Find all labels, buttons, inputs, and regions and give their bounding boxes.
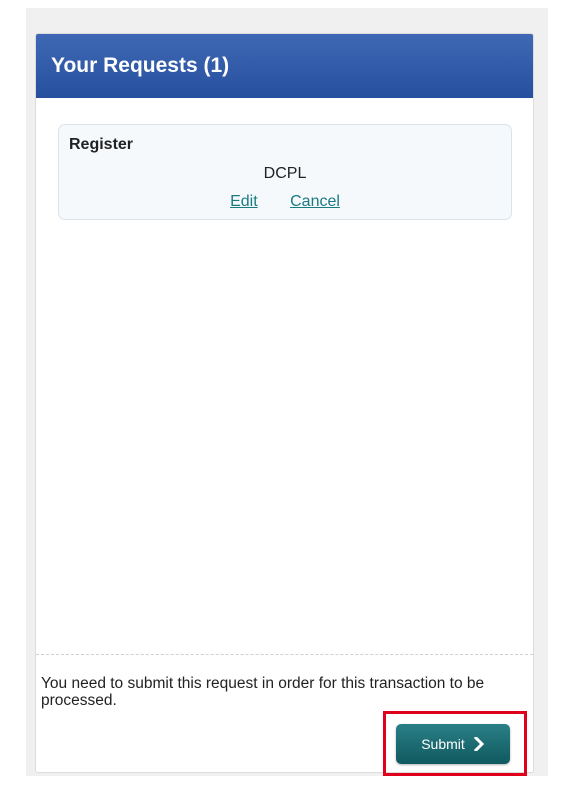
submit-button[interactable]: Submit [396,724,510,764]
footer-divider [36,654,533,655]
edit-link[interactable]: Edit [230,193,258,210]
cancel-link[interactable]: Cancel [290,193,340,210]
request-type: Register [69,136,134,153]
request-item-name: DCPL [263,165,307,182]
request-actions: Edit Cancel [59,193,511,211]
request-card: Register DCPL Edit Cancel [58,124,512,220]
submit-notice: You need to submit this request in order… [41,675,485,709]
requests-panel: Your Requests (1) Register DCPL Edit Can… [35,33,534,773]
panel-title: Your Requests (1) [36,34,533,98]
submit-label: Submit [421,736,465,752]
chevron-right-icon [473,737,484,751]
